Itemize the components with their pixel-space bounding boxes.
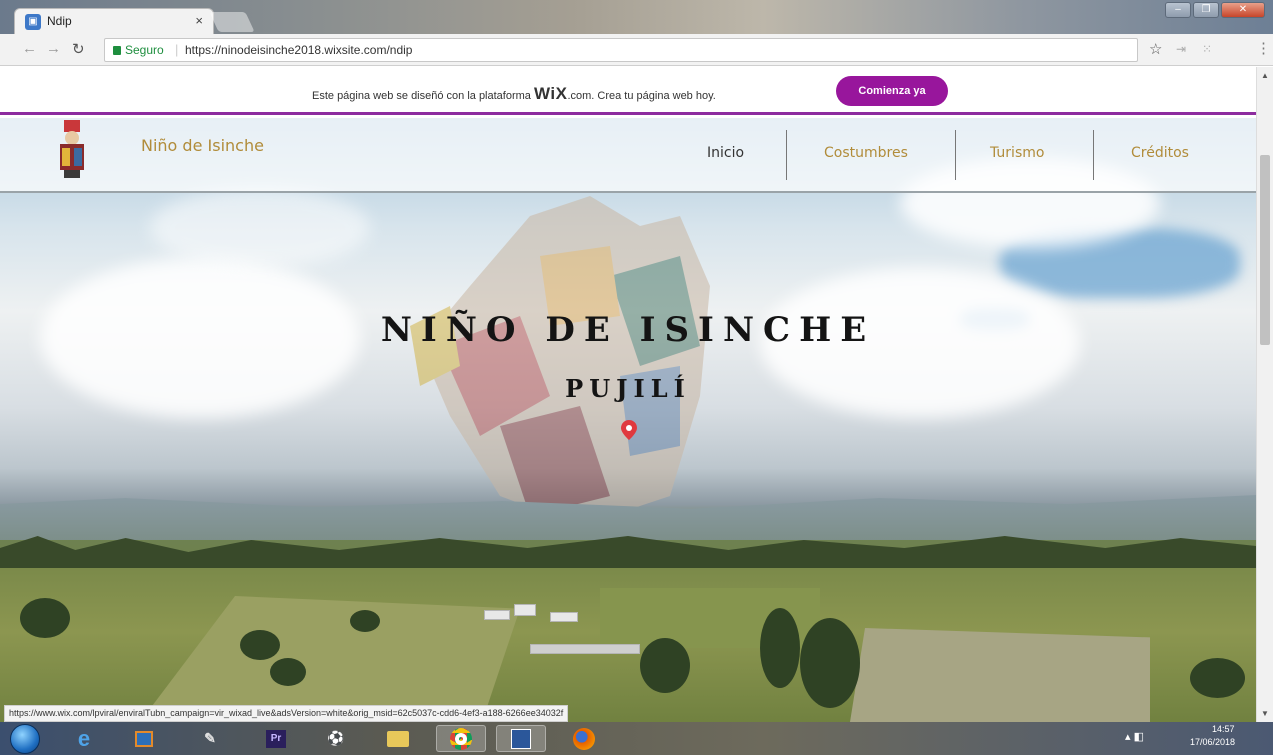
nav-link-creditos[interactable]: Créditos — [1131, 145, 1189, 161]
windows-taskbar: e ✎ Pr ⚽ ▴ ◧ 14:57 17/06/2018 — [0, 722, 1273, 755]
nav-link-inicio[interactable]: Inicio — [707, 145, 744, 161]
lock-icon — [113, 46, 121, 55]
soccer-icon[interactable]: ⚽ — [318, 725, 354, 752]
premiere-icon[interactable]: Pr — [258, 725, 294, 752]
url-text[interactable]: https://ninodeisinche2018.wixsite.com/nd… — [185, 43, 412, 57]
start-button[interactable] — [10, 724, 40, 754]
link-status-bar: https://www.wix.com/lpviral/enviralTubn_… — [4, 705, 569, 722]
wix-promo-text: Este página web se diseñó con la platafo… — [312, 84, 716, 104]
premiere-label: Pr — [266, 729, 286, 748]
back-icon[interactable]: ← — [22, 40, 37, 57]
tab-title: Ndip — [47, 14, 72, 28]
browser-toolbar: ← → ↻ Seguro | https://ninodeisinche2018… — [0, 34, 1273, 66]
chrome-icon[interactable] — [436, 725, 486, 752]
window-controls: – ❐ ✕ — [1165, 2, 1265, 18]
url-separator: | — [175, 42, 179, 57]
tree — [240, 630, 280, 660]
hero-title: NIÑO DE ISINCHE — [380, 310, 876, 350]
nav-link-costumbres[interactable]: Costumbres — [824, 145, 908, 161]
forward-icon[interactable]: → — [46, 40, 61, 57]
nav-divider — [786, 130, 787, 180]
window-close-button[interactable]: ✕ — [1221, 2, 1265, 18]
tree — [350, 610, 380, 632]
house — [550, 612, 578, 622]
extension-icon[interactable]: ⇥ — [1176, 42, 1186, 56]
page-scrollbar[interactable]: ▲ ▼ — [1256, 67, 1273, 722]
nav-divider — [955, 130, 956, 180]
reload-icon[interactable]: ↻ — [72, 40, 85, 58]
restore-button[interactable]: ❐ — [1193, 2, 1219, 18]
word-icon[interactable] — [496, 725, 546, 752]
firefox-icon[interactable] — [566, 725, 602, 752]
house — [530, 644, 640, 654]
browser-tab-strip: ▣ Ndip × – ❐ ✕ — [0, 0, 1273, 34]
minimize-button[interactable]: – — [1165, 2, 1191, 18]
tree — [20, 598, 70, 638]
wix-promo-banner: Este página web se diseñó con la platafo… — [0, 67, 1256, 115]
extension-grid-icon[interactable]: ⁙ — [1202, 42, 1212, 56]
browser-menu-icon[interactable]: ⋮ — [1256, 39, 1271, 57]
browser-tab[interactable]: ▣ Ndip × — [14, 8, 214, 34]
wix-brand: WiX — [533, 84, 568, 103]
tree — [270, 658, 306, 686]
hero-subtitle: PUJILÍ — [565, 374, 691, 403]
wix-text-after: .com. Crea tu página web hoy. — [567, 90, 716, 102]
site-name[interactable]: Niño de Isinche — [141, 136, 264, 155]
media-player-icon[interactable] — [126, 725, 162, 752]
tree — [1190, 658, 1245, 698]
paint-icon[interactable]: ✎ — [192, 725, 228, 752]
scroll-down-icon[interactable]: ▼ — [1261, 709, 1269, 718]
house — [484, 610, 510, 620]
hero-section: Niño de Isinche Inicio Costumbres Turism… — [0, 118, 1256, 722]
nav-divider — [1093, 130, 1094, 180]
tab-close-icon[interactable]: × — [195, 13, 203, 28]
scroll-thumb[interactable] — [1260, 155, 1270, 345]
secure-label: Seguro — [125, 43, 164, 57]
mascot-watermark — [410, 196, 710, 526]
clock-date[interactable]: 17/06/2018 — [1190, 737, 1235, 747]
tray-icons[interactable]: ▴ ◧ — [1125, 730, 1144, 743]
tree — [800, 618, 860, 708]
map-pin-icon[interactable] — [621, 420, 637, 440]
wix-favicon-icon: ▣ — [25, 14, 41, 30]
clock-time[interactable]: 14:57 — [1212, 724, 1235, 734]
ie-icon[interactable]: e — [66, 725, 102, 752]
file-explorer-icon[interactable] — [380, 725, 416, 752]
screen: ▣ Ndip × – ❐ ✕ ← → ↻ Seguro | https://ni… — [0, 0, 1273, 755]
cloud — [150, 188, 370, 268]
house — [514, 604, 536, 616]
field-plot — [850, 628, 1150, 722]
new-tab-button[interactable] — [209, 12, 255, 32]
scroll-up-icon[interactable]: ▲ — [1261, 71, 1269, 80]
tree — [640, 638, 690, 693]
site-header: Niño de Isinche Inicio Costumbres Turism… — [0, 118, 1256, 193]
nav-link-turismo[interactable]: Turismo — [990, 145, 1044, 161]
start-now-button[interactable]: Comienza ya — [836, 76, 948, 106]
wix-text-before: Este página web se diseñó con la platafo… — [312, 90, 534, 102]
address-bar[interactable]: Seguro | https://ninodeisinche2018.wixsi… — [104, 38, 1138, 62]
bookmark-star-icon[interactable]: ☆ — [1149, 40, 1162, 58]
site-logo-icon[interactable] — [52, 118, 92, 180]
tree — [760, 608, 800, 688]
